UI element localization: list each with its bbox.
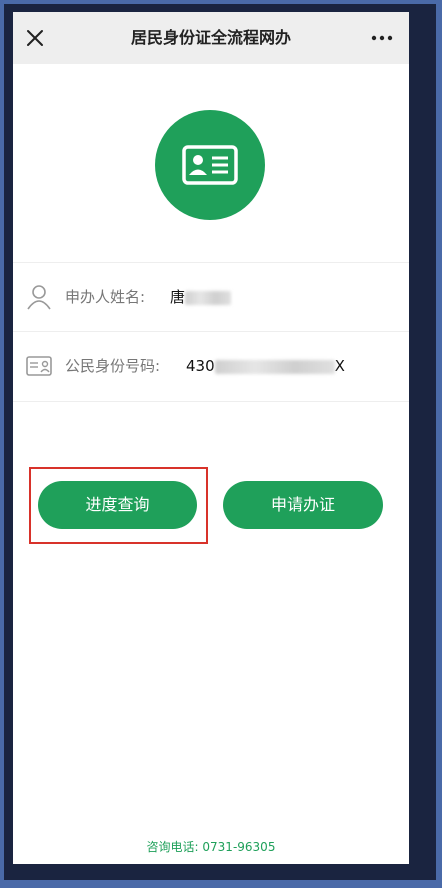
id-card-icon — [182, 145, 238, 185]
id-number-value: 430 X — [186, 357, 345, 375]
app-screen: 居民身份证全流程网办 申办人姓名: 唐 公民身份号码: 430 X 进度查询 申… — [13, 12, 409, 864]
applicant-name-row: 申办人姓名: 唐 — [13, 263, 409, 331]
nav-bar: 居民身份证全流程网办 — [13, 12, 409, 64]
close-icon — [27, 30, 43, 46]
id-number-row: 公民身份号码: 430 X — [13, 332, 409, 400]
page-title: 居民身份证全流程网办 — [130, 28, 291, 47]
divider — [13, 401, 409, 402]
id-card-outline-icon — [26, 356, 52, 376]
apply-button[interactable]: 申请办证 — [223, 481, 383, 529]
hotline-text: 咨询电话: 0731-96305 — [146, 840, 276, 854]
hero-badge — [155, 110, 265, 220]
more-options-button[interactable] — [367, 24, 397, 52]
id-number-label: 公民身份号码: — [65, 357, 161, 375]
more-options-icon — [371, 35, 393, 41]
applicant-name-value: 唐 — [170, 263, 232, 331]
user-icon — [27, 285, 51, 310]
highlight-box — [29, 467, 208, 544]
applicant-name-label: 申办人姓名: — [65, 288, 146, 306]
close-button[interactable] — [21, 24, 49, 52]
